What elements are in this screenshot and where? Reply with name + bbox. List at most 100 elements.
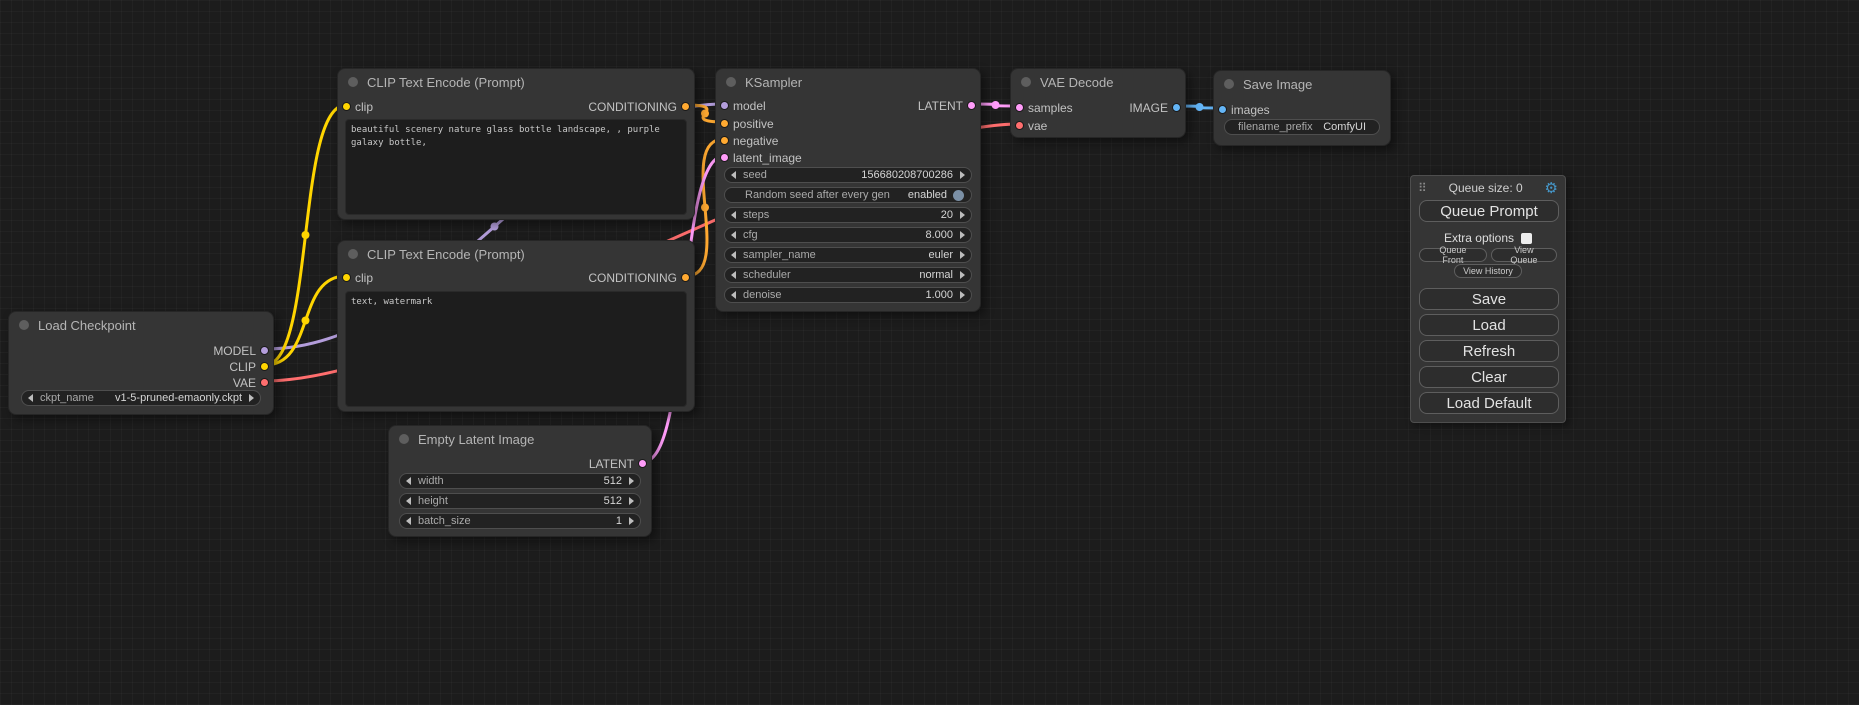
view-history-button[interactable]: View History — [1454, 264, 1522, 278]
latent-output-dot[interactable] — [638, 459, 647, 468]
widget-value: 512 — [604, 475, 622, 487]
decrement-arrow-icon[interactable] — [28, 394, 33, 402]
load-button[interactable]: Load — [1419, 314, 1559, 336]
collapse-dot-icon[interactable] — [726, 77, 736, 87]
random-seed-toggle-widget[interactable]: Random seed after every gen enabled — [724, 187, 972, 203]
link-midpoint-dot[interactable] — [491, 223, 499, 231]
image-output-dot[interactable] — [1172, 103, 1181, 112]
node-title-bar[interactable]: KSampler — [716, 69, 980, 95]
refresh-button[interactable]: Refresh — [1419, 340, 1559, 362]
cfg-widget[interactable]: cfg 8.000 — [724, 227, 972, 243]
conditioning-output-dot[interactable] — [681, 102, 690, 111]
node-title-bar[interactable]: VAE Decode — [1011, 69, 1185, 95]
latent-output-dot[interactable] — [967, 101, 976, 110]
clip-input-dot[interactable] — [342, 102, 351, 111]
decrement-arrow-icon[interactable] — [406, 497, 411, 505]
widget-value: 156680208700286 — [861, 169, 953, 181]
widget-label: filename_prefix — [1238, 121, 1313, 133]
link-midpoint-dot[interactable] — [992, 101, 1000, 109]
height-widget[interactable]: height 512 — [399, 493, 641, 509]
node-load-checkpoint[interactable]: Load Checkpoint MODEL CLIP VAE ckpt_name… — [8, 311, 274, 415]
extra-options-checkbox[interactable] — [1521, 233, 1532, 244]
increment-arrow-icon[interactable] — [629, 497, 634, 505]
node-clip-text-encode-negative[interactable]: CLIP Text Encode (Prompt) clip CONDITION… — [337, 240, 695, 412]
clear-button[interactable]: Clear — [1419, 366, 1559, 388]
input-slot-negative: negative — [716, 132, 778, 149]
decrement-arrow-icon[interactable] — [406, 477, 411, 485]
queue-front-button[interactable]: Queue Front — [1419, 248, 1487, 262]
conditioning-output-dot[interactable] — [681, 273, 690, 282]
node-title: CLIP Text Encode (Prompt) — [367, 247, 525, 262]
model-output-dot[interactable] — [260, 346, 269, 355]
vae-output-dot[interactable] — [260, 378, 269, 387]
node-title-bar[interactable]: CLIP Text Encode (Prompt) — [338, 241, 694, 267]
node-title-bar[interactable]: Load Checkpoint — [9, 312, 273, 338]
width-widget[interactable]: width 512 — [399, 473, 641, 489]
increment-arrow-icon[interactable] — [629, 477, 634, 485]
collapse-dot-icon[interactable] — [1021, 77, 1031, 87]
model-input-dot[interactable] — [720, 101, 729, 110]
load-default-button[interactable]: Load Default — [1419, 392, 1559, 414]
input-slot-positive: positive — [716, 115, 774, 132]
queue-prompt-button[interactable]: Queue Prompt — [1419, 200, 1559, 222]
positive-prompt-textarea[interactable]: beautiful scenery nature glass bottle la… — [345, 119, 687, 215]
clip-input-dot[interactable] — [342, 273, 351, 282]
collapse-dot-icon[interactable] — [348, 77, 358, 87]
toggle-knob-icon[interactable] — [953, 190, 964, 201]
latent-image-input-dot[interactable] — [720, 153, 729, 162]
collapse-dot-icon[interactable] — [19, 320, 29, 330]
positive-input-dot[interactable] — [720, 119, 729, 128]
denoise-widget[interactable]: denoise 1.000 — [724, 287, 972, 303]
negative-input-dot[interactable] — [720, 136, 729, 145]
collapse-dot-icon[interactable] — [1224, 79, 1234, 89]
samples-input-dot[interactable] — [1015, 103, 1024, 112]
decrement-arrow-icon[interactable] — [731, 271, 736, 279]
increment-arrow-icon[interactable] — [249, 394, 254, 402]
node-title-bar[interactable]: Empty Latent Image — [389, 426, 651, 452]
clip-output-dot[interactable] — [260, 362, 269, 371]
decrement-arrow-icon[interactable] — [731, 231, 736, 239]
link-midpoint-dot[interactable] — [1196, 103, 1204, 111]
increment-arrow-icon[interactable] — [960, 291, 965, 299]
link-midpoint-dot[interactable] — [302, 231, 310, 239]
comfyui-canvas[interactable]: { "colors": { "MODEL": "#B39DDB", "CLIP"… — [0, 0, 1859, 705]
view-queue-button[interactable]: View Queue — [1491, 248, 1557, 262]
collapse-dot-icon[interactable] — [348, 249, 358, 259]
ckpt-name-widget[interactable]: ckpt_name v1-5-pruned-emaonly.ckpt — [21, 390, 261, 406]
node-save-image[interactable]: Save Image images filename_prefix ComfyU… — [1213, 70, 1391, 146]
increment-arrow-icon[interactable] — [960, 171, 965, 179]
slot-label: model — [733, 99, 766, 113]
scheduler-widget[interactable]: scheduler normal — [724, 267, 972, 283]
node-title-bar[interactable]: CLIP Text Encode (Prompt) — [338, 69, 694, 95]
seed-widget[interactable]: seed 156680208700286 — [724, 167, 972, 183]
settings-gear-icon[interactable]: ⚙ — [1545, 181, 1558, 196]
node-vae-decode[interactable]: VAE Decode samples vae IMAGE — [1010, 68, 1186, 138]
images-input-dot[interactable] — [1218, 105, 1227, 114]
node-clip-text-encode-positive[interactable]: CLIP Text Encode (Prompt) clip CONDITION… — [337, 68, 695, 220]
save-button[interactable]: Save — [1419, 288, 1559, 310]
steps-widget[interactable]: steps 20 — [724, 207, 972, 223]
link-midpoint-dot[interactable] — [701, 204, 709, 212]
link-midpoint-dot[interactable] — [302, 317, 310, 325]
increment-arrow-icon[interactable] — [960, 271, 965, 279]
filename-prefix-widget[interactable]: filename_prefix ComfyUI — [1224, 119, 1380, 135]
node-ksampler[interactable]: KSampler model positive negative latent_… — [715, 68, 981, 312]
increment-arrow-icon[interactable] — [960, 251, 965, 259]
decrement-arrow-icon[interactable] — [731, 291, 736, 299]
decrement-arrow-icon[interactable] — [731, 211, 736, 219]
sampler-name-widget[interactable]: sampler_name euler — [724, 247, 972, 263]
link-midpoint-dot[interactable] — [701, 110, 709, 118]
drag-handle-icon[interactable]: ⠿ — [1418, 181, 1427, 195]
increment-arrow-icon[interactable] — [960, 211, 965, 219]
vae-input-dot[interactable] — [1015, 121, 1024, 130]
negative-prompt-textarea[interactable]: text, watermark — [345, 291, 687, 407]
node-title-bar[interactable]: Save Image — [1214, 71, 1390, 97]
increment-arrow-icon[interactable] — [960, 231, 965, 239]
decrement-arrow-icon[interactable] — [731, 171, 736, 179]
batch-size-widget[interactable]: batch_size 1 — [399, 513, 641, 529]
collapse-dot-icon[interactable] — [399, 434, 409, 444]
node-empty-latent-image[interactable]: Empty Latent Image LATENT width 512 heig… — [388, 425, 652, 537]
decrement-arrow-icon[interactable] — [731, 251, 736, 259]
decrement-arrow-icon[interactable] — [406, 517, 411, 525]
increment-arrow-icon[interactable] — [629, 517, 634, 525]
